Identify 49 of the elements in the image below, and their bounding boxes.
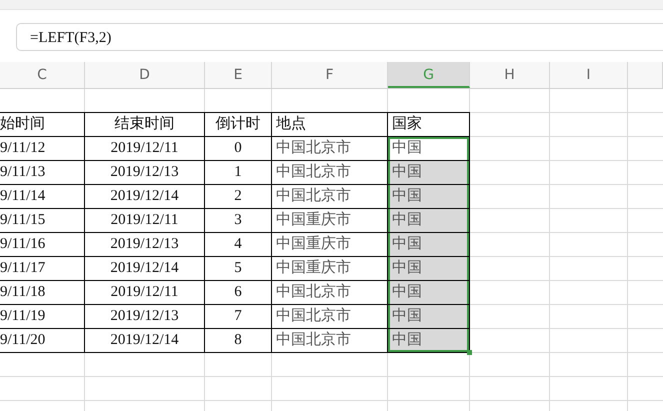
- table-cell: 2: [205, 185, 272, 209]
- table-cell[interactable]: 中国: [388, 185, 470, 209]
- table-cell: 9/11/19: [0, 305, 85, 329]
- column-header[interactable]: C: [0, 62, 85, 88]
- table-cell: 5: [205, 257, 272, 281]
- table-cell[interactable]: 中国: [388, 209, 470, 233]
- table-cell: 8: [205, 329, 272, 353]
- table-cell[interactable]: 中国: [388, 305, 470, 329]
- column-heading: 国家: [388, 113, 470, 137]
- table-cell: 6: [205, 281, 272, 305]
- table-cell[interactable]: 中国: [388, 281, 470, 305]
- column-heading: 始时间: [0, 113, 85, 137]
- table-cell: 4: [205, 233, 272, 257]
- table-cell: 3: [205, 209, 272, 233]
- table-cell[interactable]: 中国: [388, 137, 470, 161]
- table-cell: 9/11/20: [0, 329, 85, 353]
- column-header[interactable]: E: [205, 62, 272, 88]
- fill-handle[interactable]: [467, 350, 472, 355]
- table-cell[interactable]: 中国: [388, 233, 470, 257]
- table-cell: 9/11/12: [0, 137, 85, 161]
- table-cell: 0: [205, 137, 272, 161]
- table-cell[interactable]: 中国: [388, 257, 470, 281]
- table-cell: 2019/12/11: [85, 209, 205, 233]
- table-cell: 2019/12/11: [85, 281, 205, 305]
- column-header[interactable]: H: [470, 62, 550, 88]
- table-cell: 中国北京市: [272, 137, 388, 161]
- column-heading: 倒计时: [205, 113, 272, 137]
- table-cell: 2019/12/13: [85, 233, 205, 257]
- table-cell: 9/11/17: [0, 257, 85, 281]
- table-cell: 2019/12/14: [85, 329, 205, 353]
- column-header[interactable]: D: [85, 62, 205, 88]
- column-heading: 结束时间: [85, 113, 205, 137]
- table-cell: 2019/12/14: [85, 185, 205, 209]
- table-cell: 9/11/18: [0, 281, 85, 305]
- column-header[interactable]: I: [550, 62, 628, 88]
- table-cell: 9/11/16: [0, 233, 85, 257]
- column-heading: 地点: [272, 113, 388, 137]
- table-cell: 9/11/13: [0, 161, 85, 185]
- table-cell[interactable]: 中国: [388, 161, 470, 185]
- table-cell: 1: [205, 161, 272, 185]
- table-cell: 2019/12/11: [85, 137, 205, 161]
- table-cell[interactable]: 中国: [388, 329, 470, 353]
- formula-field[interactable]: =LEFT(F3,2): [16, 23, 663, 51]
- table-cell: 2019/12/13: [85, 305, 205, 329]
- table-cell: 2019/12/14: [85, 257, 205, 281]
- table-cell: 2019/12/13: [85, 161, 205, 185]
- table-cell: 9/11/15: [0, 209, 85, 233]
- table-cell: 7: [205, 305, 272, 329]
- table-cell: 9/11/14: [0, 185, 85, 209]
